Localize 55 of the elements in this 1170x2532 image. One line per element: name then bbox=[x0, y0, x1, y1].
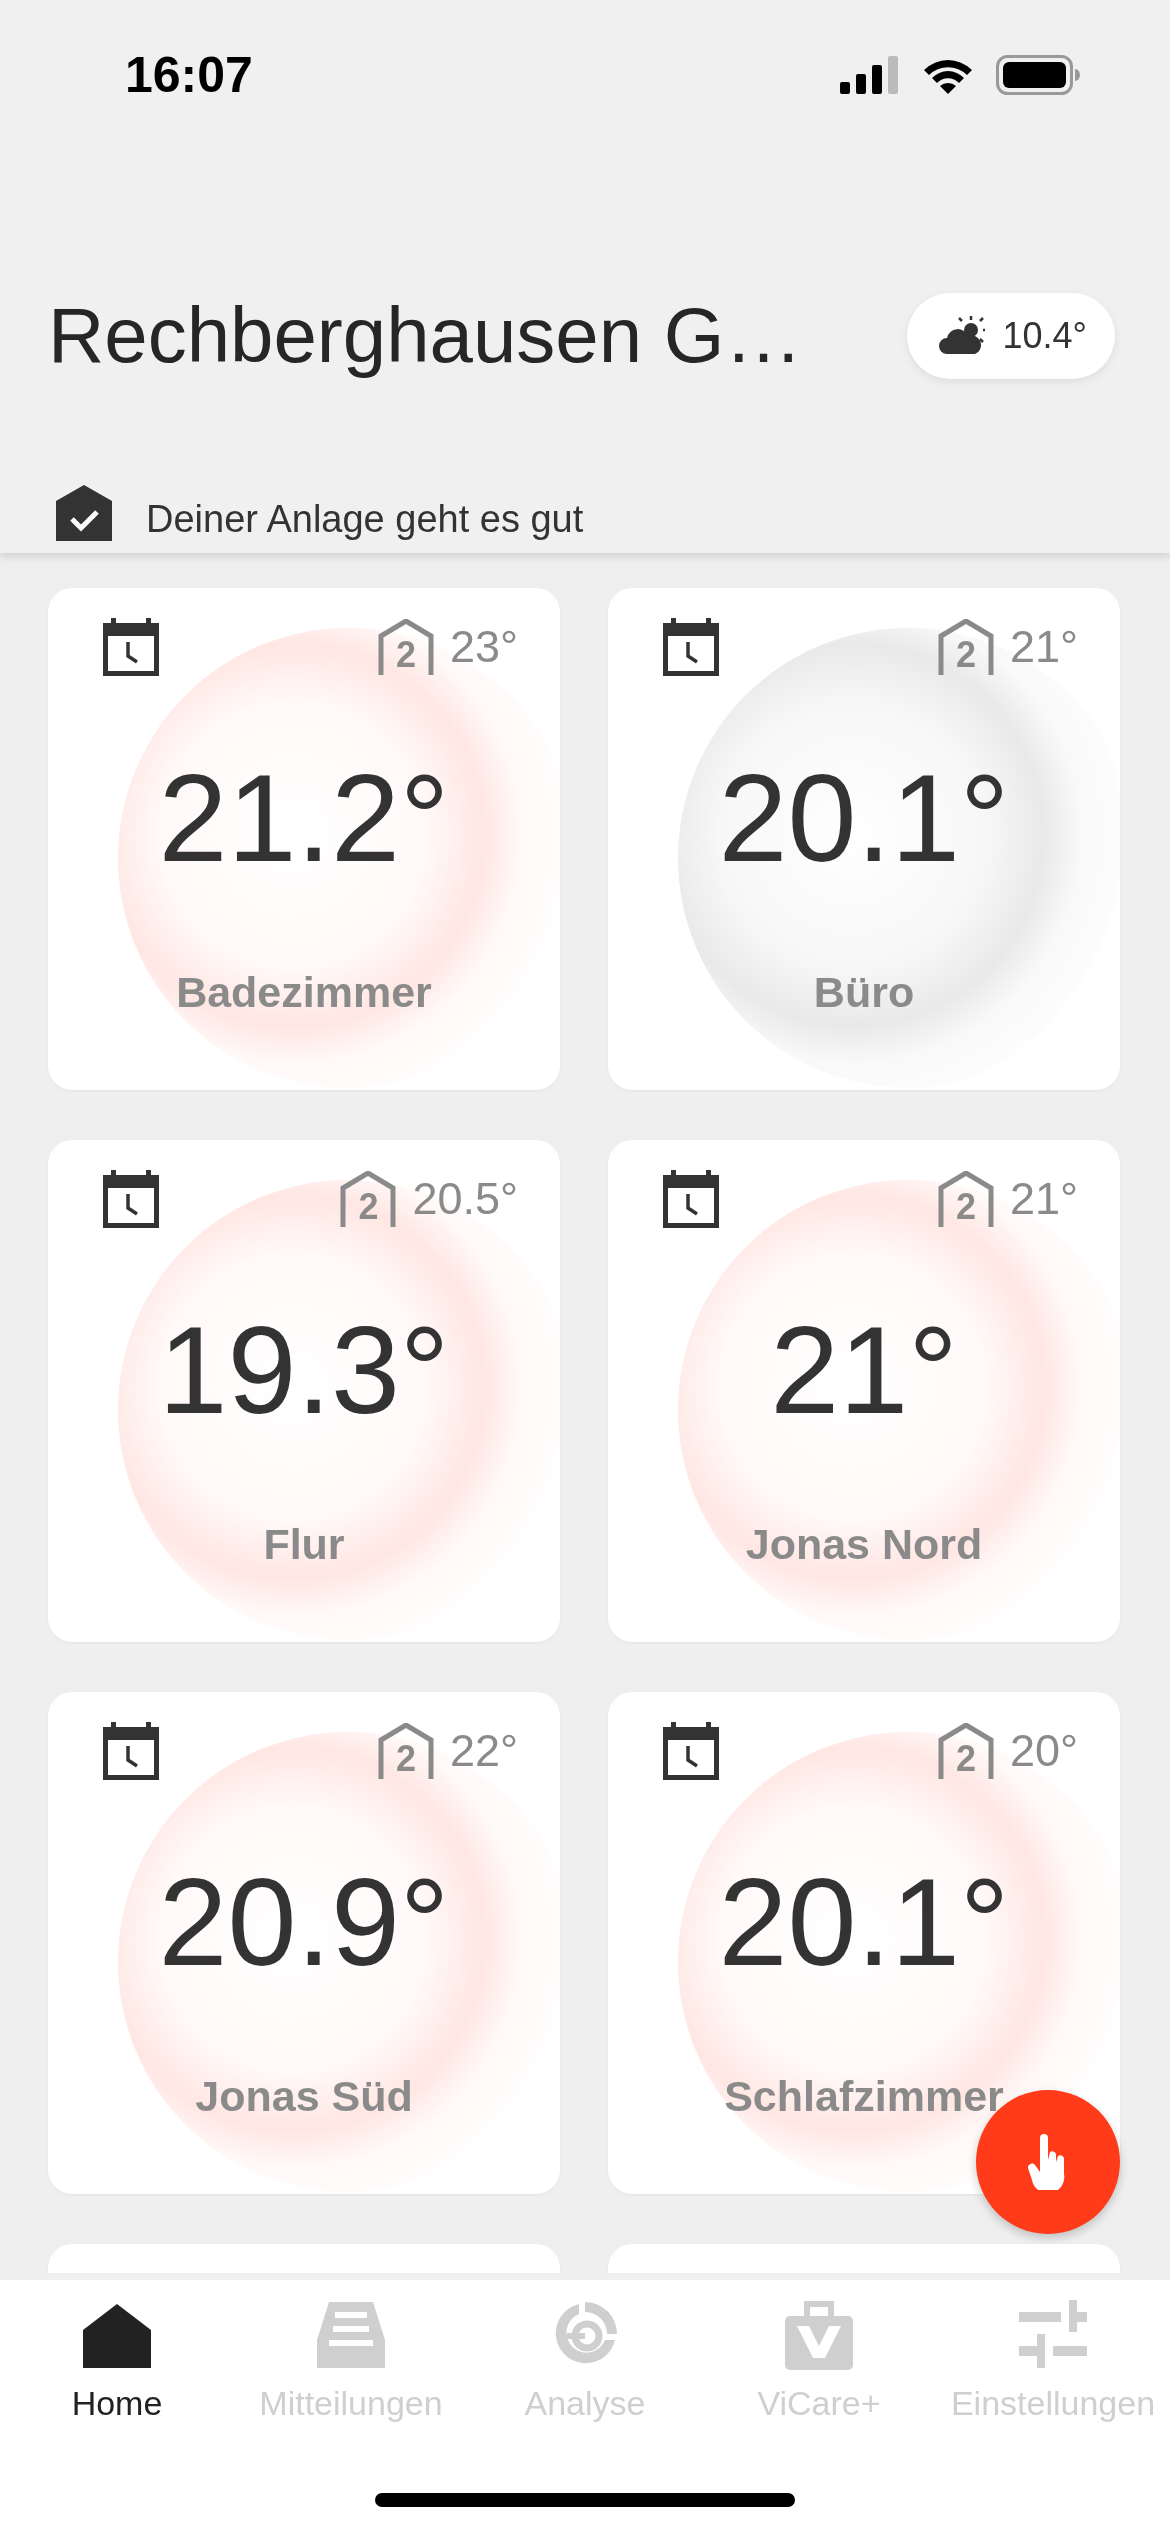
house-outline-icon bbox=[377, 1723, 434, 1779]
program-number: 2 bbox=[394, 1739, 417, 1779]
house-outline-icon bbox=[937, 1723, 994, 1779]
room-name: Büro bbox=[812, 968, 916, 1017]
cloud-sun-icon bbox=[938, 315, 985, 356]
program-number: 2 bbox=[357, 1187, 380, 1227]
target-temperature: 20.5° bbox=[412, 1173, 518, 1225]
system-status-text: Deiner Anlage geht es gut bbox=[146, 497, 584, 541]
calendar-clock-icon bbox=[663, 618, 719, 676]
room-temperature: 20.1° bbox=[717, 748, 1011, 888]
room-name: Schlafzimmer bbox=[723, 2072, 1005, 2121]
target-temperature: 21° bbox=[1009, 1173, 1078, 1225]
calendar-clock-icon bbox=[103, 1170, 159, 1228]
house-outline-icon bbox=[937, 1171, 994, 1227]
target-temperature: 20° bbox=[1009, 1725, 1078, 1777]
calendar-clock-icon bbox=[663, 1170, 719, 1228]
room-card[interactable]: 2 20° 20.1° Schlafzimmer bbox=[608, 1692, 1120, 2194]
room-card[interactable]: 2 22° 20.9° Jonas Süd bbox=[48, 1692, 560, 2194]
weather-pill[interactable]: 10.4° bbox=[906, 292, 1115, 379]
house-outline-icon bbox=[937, 619, 994, 675]
room-temperature: 19.3° bbox=[157, 1300, 451, 1440]
settings-icon bbox=[1019, 2300, 1087, 2370]
room-temperature: 21.2° bbox=[157, 748, 451, 888]
location-title: Rechberghausen G… bbox=[48, 290, 803, 381]
room-name: Jonas Nord bbox=[744, 1520, 984, 1569]
room-card[interactable]: 2 23° 21.2° Badezimmer bbox=[48, 588, 560, 1090]
room-name: Badezimmer bbox=[175, 968, 433, 1017]
program-number: 2 bbox=[394, 635, 417, 675]
house-check-icon bbox=[56, 485, 112, 541]
signal-icon bbox=[840, 56, 900, 94]
target-temperature: 21° bbox=[1009, 621, 1078, 673]
target-temperature: 23° bbox=[449, 621, 518, 673]
program-number: 2 bbox=[954, 635, 977, 675]
target-temperature: 22° bbox=[449, 1725, 518, 1777]
program-number: 2 bbox=[954, 1739, 977, 1779]
room-temperature: 21° bbox=[769, 1300, 959, 1440]
room-temperature: 20.1° bbox=[717, 1852, 1011, 1992]
house-outline-icon bbox=[340, 1171, 397, 1227]
room-card[interactable]: 2 21° 21° Jonas Nord bbox=[608, 1140, 1120, 1642]
inbox-icon bbox=[317, 2300, 385, 2370]
bag-icon bbox=[785, 2300, 853, 2370]
room-name: Jonas Süd bbox=[194, 2072, 414, 2121]
battery-icon bbox=[996, 55, 1080, 95]
program-number: 2 bbox=[954, 1187, 977, 1227]
room-card[interactable]: 2 20.5° 19.3° Flur bbox=[48, 1140, 560, 1642]
status-time: 16:07 bbox=[125, 46, 253, 104]
room-temperature: 20.9° bbox=[157, 1852, 451, 1992]
calendar-clock-icon bbox=[663, 1722, 719, 1780]
room-name: Flur bbox=[262, 1520, 346, 1569]
outdoor-temperature: 10.4° bbox=[1002, 314, 1087, 357]
room-card[interactable]: 2 21° 20.1° Büro bbox=[608, 588, 1120, 1090]
calendar-clock-icon bbox=[103, 1722, 159, 1780]
tab-button[interactable]: Home bbox=[71, 2300, 163, 2423]
house-outline-icon bbox=[377, 619, 434, 675]
calendar-clock-icon bbox=[103, 618, 159, 676]
